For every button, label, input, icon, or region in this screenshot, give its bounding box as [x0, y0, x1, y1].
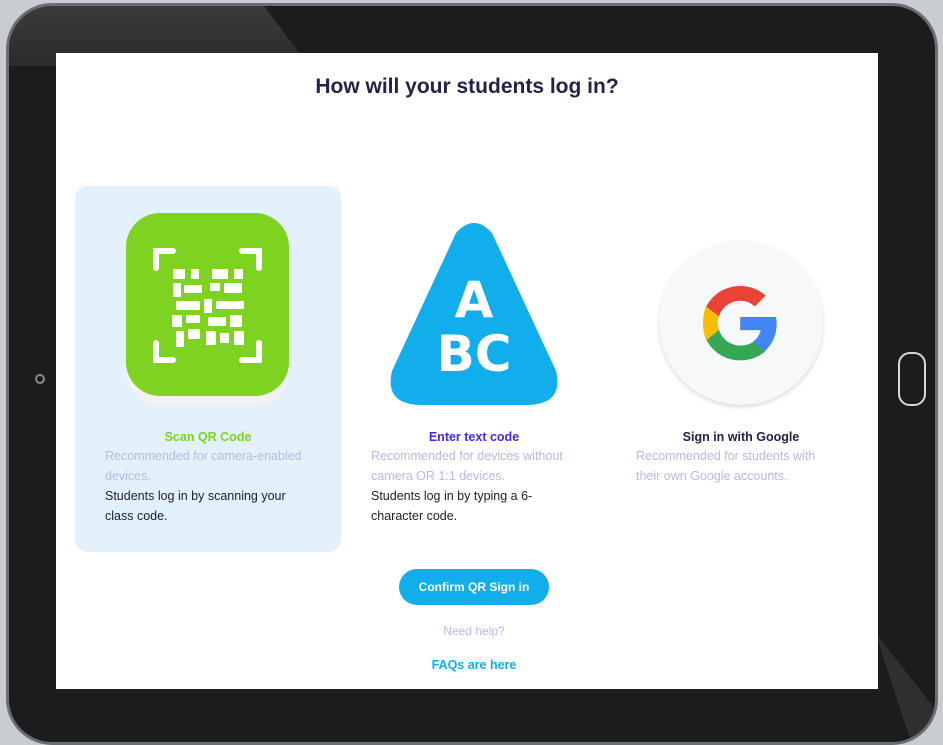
option-description-text-code: Recommended for devices without camera O…: [371, 449, 563, 483]
login-method-screen: How will your students log in? A BC Scan…: [56, 53, 878, 689]
qr-code-icon[interactable]: [126, 213, 289, 405]
option-title-qr[interactable]: Scan QR Code: [75, 430, 341, 444]
google-icon[interactable]: [659, 241, 823, 405]
page-title: How will your students log in?: [315, 75, 619, 98]
option-description-qr: Recommended for camera-enabled devices.: [105, 449, 302, 483]
bezel-highlight-corner: [875, 632, 935, 742]
home-button: [898, 352, 926, 406]
option-description-google: Recommended for students with their own …: [636, 449, 816, 483]
option-body-text-code: Students log in by typing a 6-character …: [371, 489, 533, 523]
option-body-qr: Students log in by scanning your class c…: [105, 489, 286, 523]
faq-link[interactable]: FAQs are here: [399, 658, 549, 672]
abc-icon-letters-bc: BC: [437, 325, 512, 383]
option-title-google[interactable]: Sign in with Google: [636, 430, 846, 444]
abc-icon-letter-a: A: [455, 271, 494, 329]
help-text: Need help?: [443, 624, 505, 638]
google-g-logo: [703, 286, 777, 361]
abc-triangle-icon[interactable]: A BC: [386, 221, 562, 405]
option-title-text-code[interactable]: Enter text code: [371, 430, 577, 444]
camera-dot: [35, 374, 45, 384]
confirm-button[interactable]: Confirm QR Sign in: [399, 569, 549, 605]
